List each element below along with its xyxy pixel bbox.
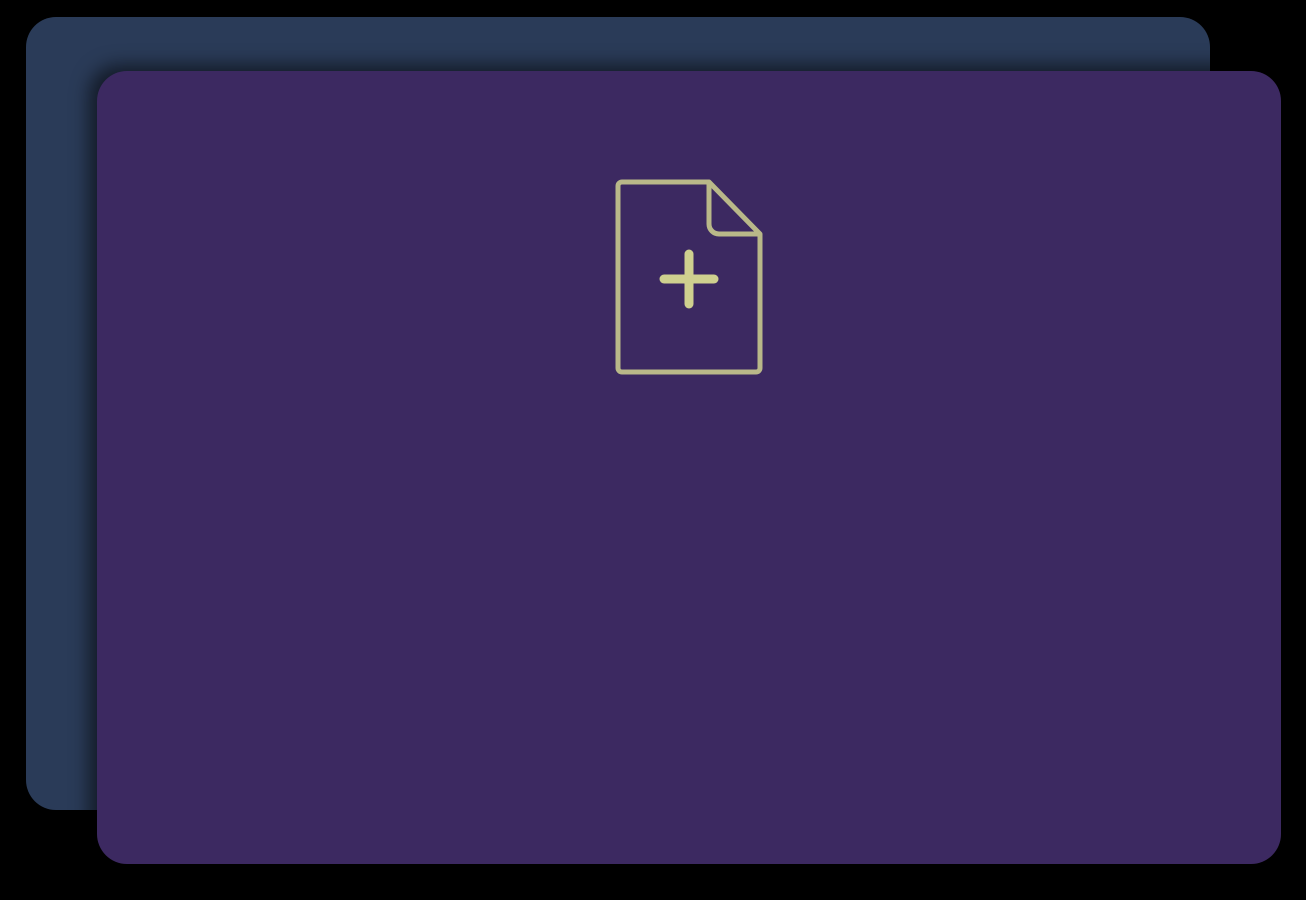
drop-zone-stage	[0, 0, 1306, 900]
file-plus-icon[interactable]	[614, 178, 764, 376]
